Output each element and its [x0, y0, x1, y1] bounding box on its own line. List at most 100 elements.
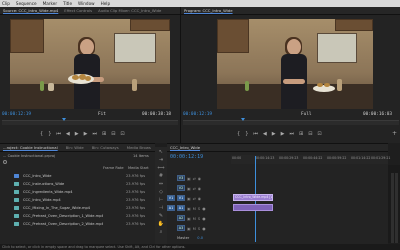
lift-icon[interactable]: ⊞ — [299, 131, 303, 137]
track-target-v3[interactable]: V3 — [177, 175, 185, 181]
solo-icon[interactable]: S — [198, 226, 200, 231]
program-playhead[interactable] — [241, 118, 245, 121]
program-time-ruler[interactable] — [183, 120, 399, 125]
timeline-timecode[interactable]: 00:00:12:19 — [170, 154, 203, 160]
frame-back-icon[interactable]: ◀ — [66, 131, 70, 137]
lock-icon[interactable]: ▣ — [187, 186, 191, 191]
source-time-ruler[interactable] — [2, 120, 178, 125]
list-item[interactable]: CCC_Intro_Wide 23.976 fps — [0, 173, 155, 179]
sync-icon[interactable]: ⇄ — [193, 176, 196, 181]
microphone-icon[interactable]: ● — [202, 226, 205, 231]
lock-icon[interactable]: ▣ — [187, 226, 191, 231]
hand-tool-icon[interactable]: ✋ — [158, 222, 164, 227]
step-back-icon[interactable]: ⏮ — [253, 131, 258, 137]
column-header-media-start[interactable]: Media Start — [128, 166, 149, 170]
pen-tool-icon[interactable]: ✎ — [159, 214, 163, 219]
add-button-icon[interactable]: + — [392, 130, 397, 137]
track-target-a1[interactable]: A1 — [177, 205, 185, 211]
play-icon[interactable]: ▶ — [272, 131, 276, 137]
microphone-icon[interactable]: ● — [202, 216, 205, 221]
program-video-frame[interactable] — [217, 19, 373, 109]
step-forward-icon[interactable]: ⏭ — [289, 131, 294, 137]
step-back-icon[interactable]: ⏮ — [56, 131, 61, 137]
source-playhead[interactable] — [62, 118, 66, 121]
tab-audio-clip-mixer[interactable]: Audio Clip Mixer: CCC_Intro_Wide — [98, 8, 161, 13]
mark-in-icon[interactable]: { — [40, 131, 43, 137]
play-icon[interactable]: ▶ — [75, 131, 79, 137]
tab-bin-cutaways[interactable]: Bin: Cutaways — [92, 145, 119, 150]
source-video-frame[interactable] — [10, 19, 170, 109]
program-fit-select[interactable]: Full — [301, 112, 312, 117]
master-level[interactable]: 0.0 — [197, 236, 203, 240]
lock-icon[interactable]: ▣ — [187, 206, 191, 211]
rate-stretch-tool-icon[interactable]: ⇔ — [159, 182, 163, 187]
list-item[interactable]: CCC_Mixing_In_The_Sugar_Wide.mp4 23.976 f… — [0, 205, 155, 211]
list-item[interactable]: CCC_Intro_Wide.mp4 23.976 fps — [0, 197, 155, 203]
rolling-edit-tool-icon[interactable]: # — [159, 174, 163, 179]
source-fit-select[interactable]: Fit — [98, 112, 106, 117]
insert-icon[interactable]: ⊞ — [102, 131, 106, 137]
eye-icon[interactable]: ◉ — [198, 176, 201, 181]
source-patch-a1[interactable]: A1 — [167, 205, 175, 211]
list-item[interactable]: CCC_Preheat_Oven_Description_2_Wide.mp4 2… — [0, 221, 155, 227]
solo-icon[interactable]: S — [198, 216, 200, 221]
track-target-a3[interactable]: A3 — [177, 225, 185, 231]
slip-tool-icon[interactable]: ⊢ — [159, 198, 163, 203]
tab-media-browser[interactable]: Media Brows — [127, 145, 151, 150]
overwrite-icon[interactable]: ⊟ — [111, 131, 115, 137]
tab-program[interactable]: Program: CCC_Intro_Wide — [184, 8, 233, 13]
timeline-clip-audio[interactable] — [233, 204, 273, 211]
sync-icon[interactable]: ⇄ — [193, 196, 196, 201]
list-item[interactable]: CCC_Instructions_Wide 23.976 fps — [0, 181, 155, 187]
extract-icon[interactable]: ⊟ — [308, 131, 312, 137]
solo-icon[interactable]: S — [198, 206, 200, 211]
slide-tool-icon[interactable]: ⊣ — [159, 206, 163, 211]
eye-icon[interactable]: ◉ — [198, 186, 201, 191]
source-patch-v1[interactable]: V1 — [167, 195, 175, 201]
tab-project[interactable]: ...roject: Cookie Instructional — [3, 145, 58, 150]
export-frame-icon[interactable]: ⊡ — [317, 131, 321, 137]
frame-forward-icon[interactable]: ▶ — [84, 131, 88, 137]
tab-sequence[interactable]: CCC_Intro_Wide — [170, 145, 200, 150]
eye-icon[interactable]: ◉ — [198, 196, 201, 201]
mark-out-icon[interactable]: } — [245, 131, 248, 137]
mark-in-icon[interactable]: { — [237, 131, 240, 137]
list-item[interactable]: CCC_Preheat_Oven_Description_1_Wide.mp4 2… — [0, 213, 155, 219]
lock-icon[interactable]: ▣ — [187, 216, 191, 221]
source-timecode-current[interactable]: 00:00:12:19 — [2, 112, 31, 117]
search-icon[interactable] — [3, 160, 7, 164]
microphone-icon[interactable]: ● — [202, 206, 205, 211]
menu-sequence[interactable]: Sequence — [16, 1, 37, 6]
lock-icon[interactable]: ▣ — [187, 196, 191, 201]
sync-icon[interactable]: ⇄ — [193, 186, 196, 191]
track-target-a2[interactable]: A2 — [177, 215, 185, 221]
mute-icon[interactable]: M — [193, 206, 196, 211]
menu-clip[interactable]: Clip — [2, 1, 10, 6]
mark-out-icon[interactable]: } — [48, 131, 51, 137]
menu-marker[interactable]: Marker — [43, 1, 57, 6]
track-select-tool-icon[interactable]: ⇥ — [159, 158, 163, 163]
ripple-edit-tool-icon[interactable]: ⟺ — [157, 166, 164, 171]
frame-forward-icon[interactable]: ▶ — [281, 131, 285, 137]
menu-help[interactable]: Help — [101, 1, 111, 6]
column-header-frame-rate[interactable]: Frame Rate — [103, 166, 124, 170]
lock-icon[interactable]: ▣ — [187, 176, 191, 181]
mute-icon[interactable]: M — [193, 216, 196, 221]
track-target-v2[interactable]: V2 — [177, 185, 185, 191]
frame-back-icon[interactable]: ◀ — [263, 131, 267, 137]
step-forward-icon[interactable]: ⏭ — [92, 131, 97, 137]
selection-tool-icon[interactable]: ↖ — [159, 150, 163, 155]
list-item[interactable]: CCC_Ingredients_Wide.mp4 23.976 fps — [0, 189, 155, 195]
menu-window[interactable]: Window — [78, 1, 95, 6]
menu-title[interactable]: Title — [63, 1, 72, 6]
mute-icon[interactable]: M — [193, 226, 196, 231]
tab-effect-controls[interactable]: Effect Controls — [64, 8, 92, 13]
tab-bin-wide[interactable]: Bin: Wide — [66, 145, 84, 150]
tab-source[interactable]: Source: CCC_Intro_Wide.mp4 — [3, 8, 58, 13]
program-timecode-current[interactable]: 00:00:12:19 — [183, 112, 212, 117]
zoom-tool-icon[interactable]: ⌕ — [160, 230, 163, 235]
track-target-v1[interactable]: V1 — [177, 195, 185, 201]
export-frame-icon[interactable]: ⊡ — [120, 131, 124, 137]
timeline-clip-video[interactable]: CCC_Intro_Wide.mp4 [V] — [233, 194, 273, 201]
razor-tool-icon[interactable]: ◇ — [159, 190, 163, 195]
